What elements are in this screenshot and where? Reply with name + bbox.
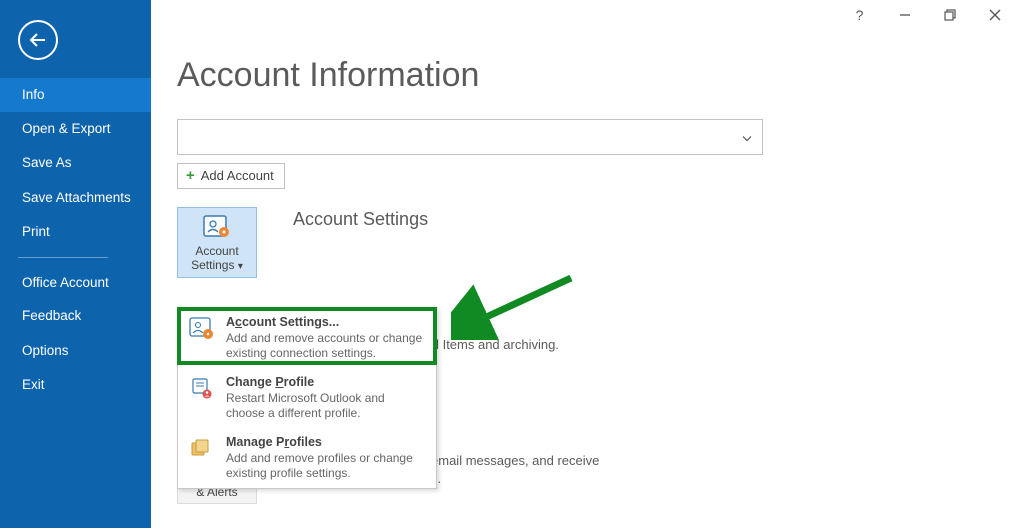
add-account-button[interactable]: + Add Account <box>177 163 285 189</box>
window-controls: ? <box>837 0 1017 30</box>
menu-item-manage-profiles[interactable]: Manage Profiles Add and remove profiles … <box>178 428 436 488</box>
main-panel: Account Information + Add Account Accoun… <box>151 0 1017 528</box>
account-settings-menu: Account Settings... Add and remove accou… <box>177 307 437 489</box>
menu-item-account-settings[interactable]: Account Settings... Add and remove accou… <box>178 308 436 368</box>
chevron-down-icon: ▾ <box>238 261 243 272</box>
restore-button[interactable] <box>927 1 972 29</box>
close-button[interactable] <box>972 1 1017 29</box>
section-heading: Account Settings <box>293 209 428 230</box>
minimize-icon <box>899 9 911 21</box>
account-settings-icon <box>202 214 232 240</box>
account-settings-icon <box>188 315 216 341</box>
sidebar-item-office-account[interactable]: Office Account <box>0 266 151 300</box>
page-title: Account Information <box>177 56 1017 95</box>
profile-icon <box>188 375 216 401</box>
back-button[interactable] <box>18 20 58 60</box>
sidebar-separator <box>18 257 108 258</box>
sidebar-item-print[interactable]: Print <box>0 215 151 249</box>
backstage-sidebar: Info Open & Export Save As Save Attachme… <box>0 0 151 528</box>
plus-icon: + <box>186 168 195 183</box>
sidebar-item-save-as[interactable]: Save As <box>0 146 151 180</box>
back-arrow-icon <box>27 29 49 51</box>
menu-item-change-profile[interactable]: Change Profile Restart Microsoft Outlook… <box>178 368 436 428</box>
help-button[interactable]: ? <box>837 1 882 29</box>
close-icon <box>989 9 1001 21</box>
account-selector[interactable] <box>177 119 763 155</box>
sidebar-item-options[interactable]: Options <box>0 334 151 368</box>
account-settings-tile[interactable]: Account Settings ▾ <box>177 207 257 278</box>
annotation-arrow-icon <box>451 270 581 340</box>
chevron-down-icon <box>742 130 752 145</box>
sidebar-item-exit[interactable]: Exit <box>0 368 151 402</box>
sidebar-item-info[interactable]: Info <box>0 78 151 112</box>
restore-icon <box>944 9 956 21</box>
sidebar-item-open-export[interactable]: Open & Export <box>0 112 151 146</box>
sidebar-item-feedback[interactable]: Feedback <box>0 299 151 333</box>
profiles-icon <box>188 435 216 461</box>
account-settings-section: Account Settings ▾ Account Settings lbox… <box>177 207 1017 278</box>
minimize-button[interactable] <box>882 1 927 29</box>
sidebar-item-save-attachments[interactable]: Save Attachments <box>0 181 151 215</box>
add-account-label: Add Account <box>201 168 274 183</box>
